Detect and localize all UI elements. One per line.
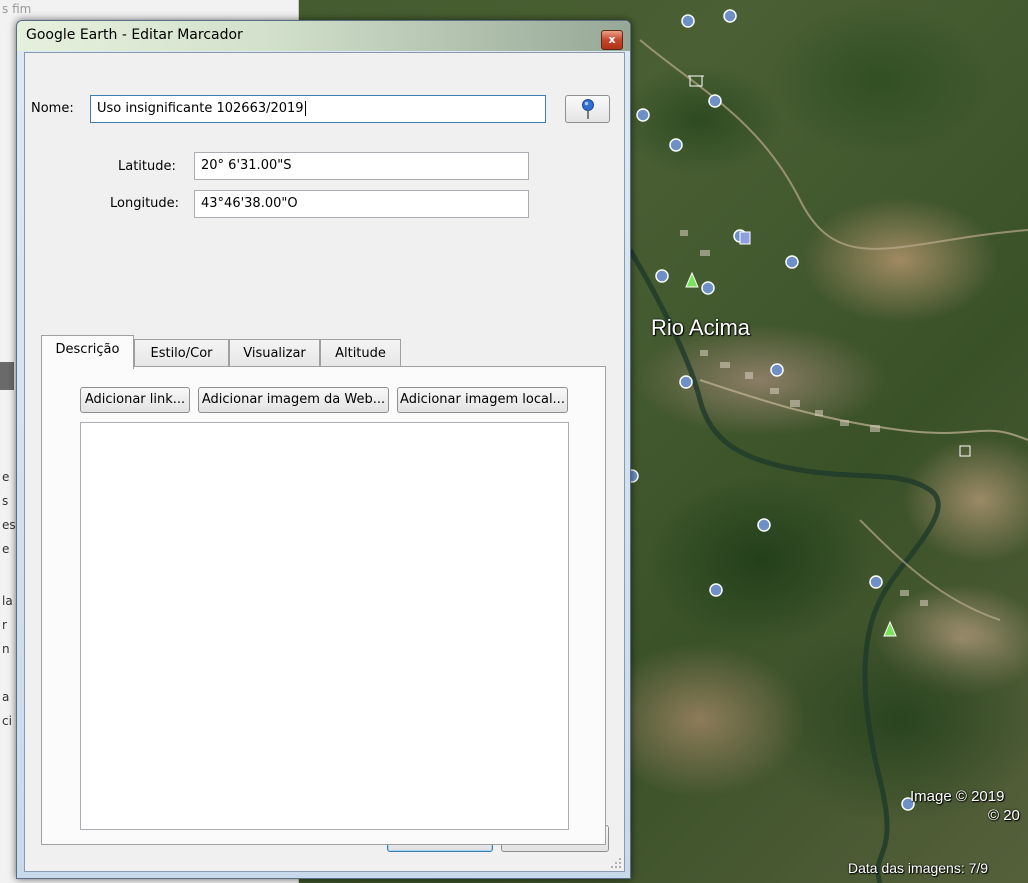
placemark-icon-button[interactable]: [565, 95, 610, 123]
bg-text-fragment: ci: [2, 714, 12, 728]
description-textarea[interactable]: [80, 422, 569, 830]
bg-text-fragment: n: [2, 642, 10, 656]
bg-text-fragment: e: [2, 470, 10, 484]
add-link-button[interactable]: Adicionar link...: [80, 387, 190, 413]
bg-text-fragment: a: [2, 690, 10, 704]
name-input-value: Uso insignificante 102663/2019: [97, 101, 304, 116]
map-copyright-line2: © 20: [988, 807, 1020, 824]
tab-label: Descrição: [55, 342, 120, 357]
latitude-input-value: 20° 6'31.00"S: [201, 158, 292, 173]
resize-grip-icon[interactable]: [610, 857, 622, 869]
latitude-input[interactable]: 20° 6'31.00"S: [194, 152, 529, 180]
map-photo-markers: [625, 9, 915, 811]
tab-estilo-cor[interactable]: Estilo/Cor: [134, 339, 229, 368]
tab-descricao[interactable]: Descrição: [41, 335, 134, 369]
name-label: Nome:: [31, 101, 74, 116]
map-imagery-date: Data das imagens: 7/9: [848, 860, 989, 876]
longitude-input[interactable]: 43°46'38.00"O: [194, 190, 529, 218]
longitude-input-value: 43°46'38.00"O: [201, 196, 298, 211]
text-caret: [304, 101, 306, 116]
bg-text-fragment: la: [2, 594, 13, 608]
latitude-label: Latitude:: [118, 159, 176, 174]
bg-scrollbar-thumb: [0, 362, 14, 390]
name-input[interactable]: Uso insignificante 102663/2019: [90, 95, 546, 123]
bg-text-fragment: e: [2, 542, 10, 556]
add-web-image-button[interactable]: Adicionar imagem da Web...: [198, 387, 389, 413]
bg-text-fragment: s fim: [2, 2, 32, 16]
tab-label: Visualizar: [243, 346, 306, 361]
dialog-titlebar[interactable]: Google Earth - Editar Marcador x: [17, 21, 630, 51]
close-icon: x: [608, 33, 616, 46]
close-button[interactable]: x: [601, 30, 623, 50]
longitude-label: Longitude:: [110, 196, 180, 211]
bg-text-fragment: es: [2, 518, 16, 532]
dialog-title: Google Earth - Editar Marcador: [26, 27, 243, 43]
bg-text-fragment: s: [2, 494, 9, 508]
map-place-label: Rio Acima: [651, 315, 751, 340]
description-tab-panel: Adicionar link... Adicionar imagem da We…: [41, 366, 606, 845]
tab-visualizar[interactable]: Visualizar: [229, 339, 320, 368]
tab-label: Altitude: [335, 346, 386, 361]
tab-altitude[interactable]: Altitude: [320, 339, 401, 368]
edit-placemark-dialog: Google Earth - Editar Marcador x Nome: U…: [16, 20, 631, 879]
bg-text-fragment: r: [2, 618, 7, 632]
add-local-image-button[interactable]: Adicionar imagem local...: [397, 387, 568, 413]
pushpin-icon: [582, 99, 594, 119]
dialog-content: Nome: Uso insignificante 102663/2019 Lat…: [24, 52, 625, 872]
map-copyright-line1: Image © 2019: [910, 788, 1005, 805]
tab-label: Estilo/Cor: [150, 346, 213, 361]
